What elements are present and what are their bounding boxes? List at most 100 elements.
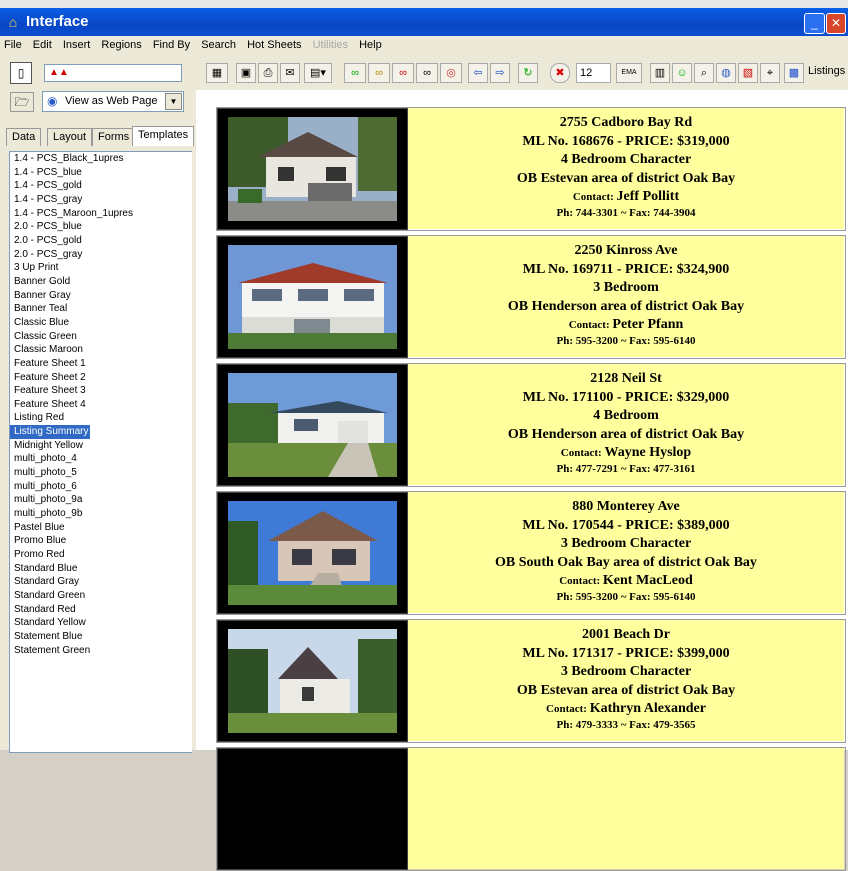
template-list-item[interactable]: 3 Up Print xyxy=(10,261,192,275)
template-list-item[interactable]: 1.4 - PCS_Black_1upres xyxy=(10,152,192,166)
template-list-item[interactable]: 2.0 - PCS_blue xyxy=(10,220,192,234)
listing-photo[interactable] xyxy=(217,492,408,614)
chevron-down-icon[interactable]: ▼ xyxy=(165,93,182,110)
pages-icon[interactable]: ▦ xyxy=(206,63,228,83)
template-list-item[interactable]: Feature Sheet 1 xyxy=(10,357,192,371)
glasses-gold-icon[interactable]: ∞ xyxy=(368,63,390,83)
menu-insert[interactable]: Insert xyxy=(59,36,95,54)
open-folder-icon[interactable]: 🗁 xyxy=(10,92,34,112)
tab-templates[interactable]: Templates xyxy=(132,126,195,146)
search-print-icon[interactable]: ⌕ xyxy=(694,63,714,83)
template-list-item[interactable]: Statement Blue xyxy=(10,630,192,644)
template-list-item[interactable]: Pastel Blue xyxy=(10,521,192,535)
tab-forms[interactable]: Forms xyxy=(92,128,136,146)
ema-button[interactable]: EMA xyxy=(616,63,642,83)
listing-card[interactable]: 2755 Cadboro Bay Rd ML No. 168676 - PRIC… xyxy=(216,107,846,231)
listing-info xyxy=(408,748,844,869)
template-list-item[interactable]: Classic Maroon xyxy=(10,343,192,357)
listing-photo[interactable] xyxy=(217,748,408,870)
template-list-item[interactable]: Classic Blue xyxy=(10,316,192,330)
template-list-item[interactable]: Feature Sheet 4 xyxy=(10,398,192,412)
title-bar: ⌂ Interface _ ✕ xyxy=(0,8,848,36)
menu-file[interactable]: File xyxy=(0,36,26,54)
template-list-item[interactable]: 1.4 - PCS_gray xyxy=(10,193,192,207)
template-list-item[interactable]: Feature Sheet 3 xyxy=(10,384,192,398)
template-list-item-label: Midnight Yellow xyxy=(14,439,83,451)
listing-photo[interactable] xyxy=(217,620,408,742)
tab-data[interactable]: Data xyxy=(6,128,42,146)
target-icon[interactable]: ◎ xyxy=(440,63,462,83)
template-list-item[interactable]: Standard Gray xyxy=(10,575,192,589)
template-list-item[interactable]: 1.4 - PCS_blue xyxy=(10,166,192,180)
template-list-item[interactable]: Banner Gray xyxy=(10,289,192,303)
print-icon[interactable]: ⎙ xyxy=(258,63,278,83)
stop-icon[interactable]: ✖ xyxy=(550,63,570,83)
template-list-item[interactable]: Standard Green xyxy=(10,589,192,603)
count-input[interactable]: 12 xyxy=(576,63,611,83)
glasses-green-icon[interactable]: ∞ xyxy=(344,63,366,83)
view-mode-select[interactable]: ◉ View as Web Page ▼ xyxy=(42,91,184,112)
menu-help[interactable]: Help xyxy=(355,36,386,54)
arrow-left-icon[interactable]: ⇦ xyxy=(468,63,488,83)
calculator-icon[interactable]: ▥ xyxy=(650,63,670,83)
glasses-red-icon[interactable]: ∞ xyxy=(392,63,414,83)
template-list-item[interactable]: multi_photo_9a xyxy=(10,493,192,507)
menu-edit[interactable]: Edit xyxy=(29,36,56,54)
table-view-icon[interactable]: ▤▾ xyxy=(304,63,332,83)
minimize-button[interactable]: _ xyxy=(804,13,825,34)
template-list-item[interactable]: Standard Yellow xyxy=(10,616,192,630)
tab-layout[interactable]: Layout xyxy=(47,128,93,146)
listing-photo[interactable] xyxy=(217,364,408,486)
close-button[interactable]: ✕ xyxy=(826,13,846,34)
template-list-item[interactable]: Listing Summary xyxy=(10,425,192,439)
listing-photo[interactable] xyxy=(217,108,408,230)
template-list-item[interactable]: multi_photo_9b xyxy=(10,507,192,521)
listing-type: 4 Bedroom xyxy=(593,408,659,424)
template-list-item[interactable]: Promo Red xyxy=(10,548,192,562)
template-list-item[interactable]: 2.0 - PCS_gold xyxy=(10,234,192,248)
window-icon[interactable]: ▩ xyxy=(784,63,804,83)
template-list-item[interactable]: multi_photo_4 xyxy=(10,452,192,466)
template-list-item[interactable]: 2.0 - PCS_gray xyxy=(10,248,192,262)
menu-regions[interactable]: Regions xyxy=(97,36,145,54)
listing-card[interactable]: 880 Monterey Ave ML No. 170544 - PRICE: … xyxy=(216,491,846,615)
listing-card[interactable]: 2250 Kinross Ave ML No. 169711 - PRICE: … xyxy=(216,235,846,359)
template-list-item[interactable]: Standard Red xyxy=(10,603,192,617)
listing-card[interactable]: 2128 Neil St ML No. 171100 - PRICE: $329… xyxy=(216,363,846,487)
template-list-item[interactable]: Banner Gold xyxy=(10,275,192,289)
menu-utilities[interactable]: Utilities xyxy=(309,36,352,54)
arrow-right-icon[interactable]: ⇨ xyxy=(490,63,510,83)
globe-search-icon[interactable]: ◍ xyxy=(716,63,736,83)
listing-card[interactable]: 2001 Beach Dr ML No. 171317 - PRICE: $39… xyxy=(216,619,846,743)
menu-search[interactable]: Search xyxy=(197,36,240,54)
report-icon[interactable]: ▧ xyxy=(738,63,758,83)
new-document-icon[interactable]: ▯ xyxy=(10,62,32,84)
template-list-item[interactable]: Midnight Yellow xyxy=(10,439,192,453)
refresh-icon[interactable]: ↻ xyxy=(518,63,538,83)
lookup-icon[interactable]: ⌖ xyxy=(760,63,780,83)
menu-find-by[interactable]: Find By xyxy=(149,36,194,54)
menu-hot-sheets[interactable]: Hot Sheets xyxy=(243,36,305,54)
listings-label[interactable]: Listings xyxy=(808,65,845,77)
listing-photo[interactable] xyxy=(217,236,408,358)
template-list-item[interactable]: multi_photo_6 xyxy=(10,480,192,494)
template-list-item[interactable]: Standard Blue xyxy=(10,562,192,576)
template-list-item[interactable]: Statement Green xyxy=(10,644,192,658)
path-field[interactable]: ▲▲ xyxy=(44,64,182,82)
listing-card[interactable] xyxy=(216,747,846,871)
template-list-item[interactable]: Feature Sheet 2 xyxy=(10,371,192,385)
listing-address: 880 Monterey Ave xyxy=(572,499,680,514)
template-list-item[interactable]: 1.4 - PCS_Maroon_1upres xyxy=(10,207,192,221)
template-list-item-label: Standard Green xyxy=(14,590,86,601)
template-list-item[interactable]: Listing Red xyxy=(10,411,192,425)
glasses-black-icon[interactable]: ∞ xyxy=(416,63,438,83)
email-icon[interactable]: ✉ xyxy=(280,63,300,83)
template-list-item[interactable]: Classic Green xyxy=(10,330,192,344)
template-list-item-label: Promo Blue xyxy=(14,535,67,547)
template-list-item[interactable]: Promo Blue xyxy=(10,534,192,548)
save-icon[interactable]: ▣ xyxy=(236,63,256,83)
template-list-item[interactable]: 1.4 - PCS_gold xyxy=(10,179,192,193)
template-list-item[interactable]: Banner Teal xyxy=(10,302,192,316)
template-list-item[interactable]: multi_photo_5 xyxy=(10,466,192,480)
people-icon[interactable]: ☺ xyxy=(672,63,692,83)
